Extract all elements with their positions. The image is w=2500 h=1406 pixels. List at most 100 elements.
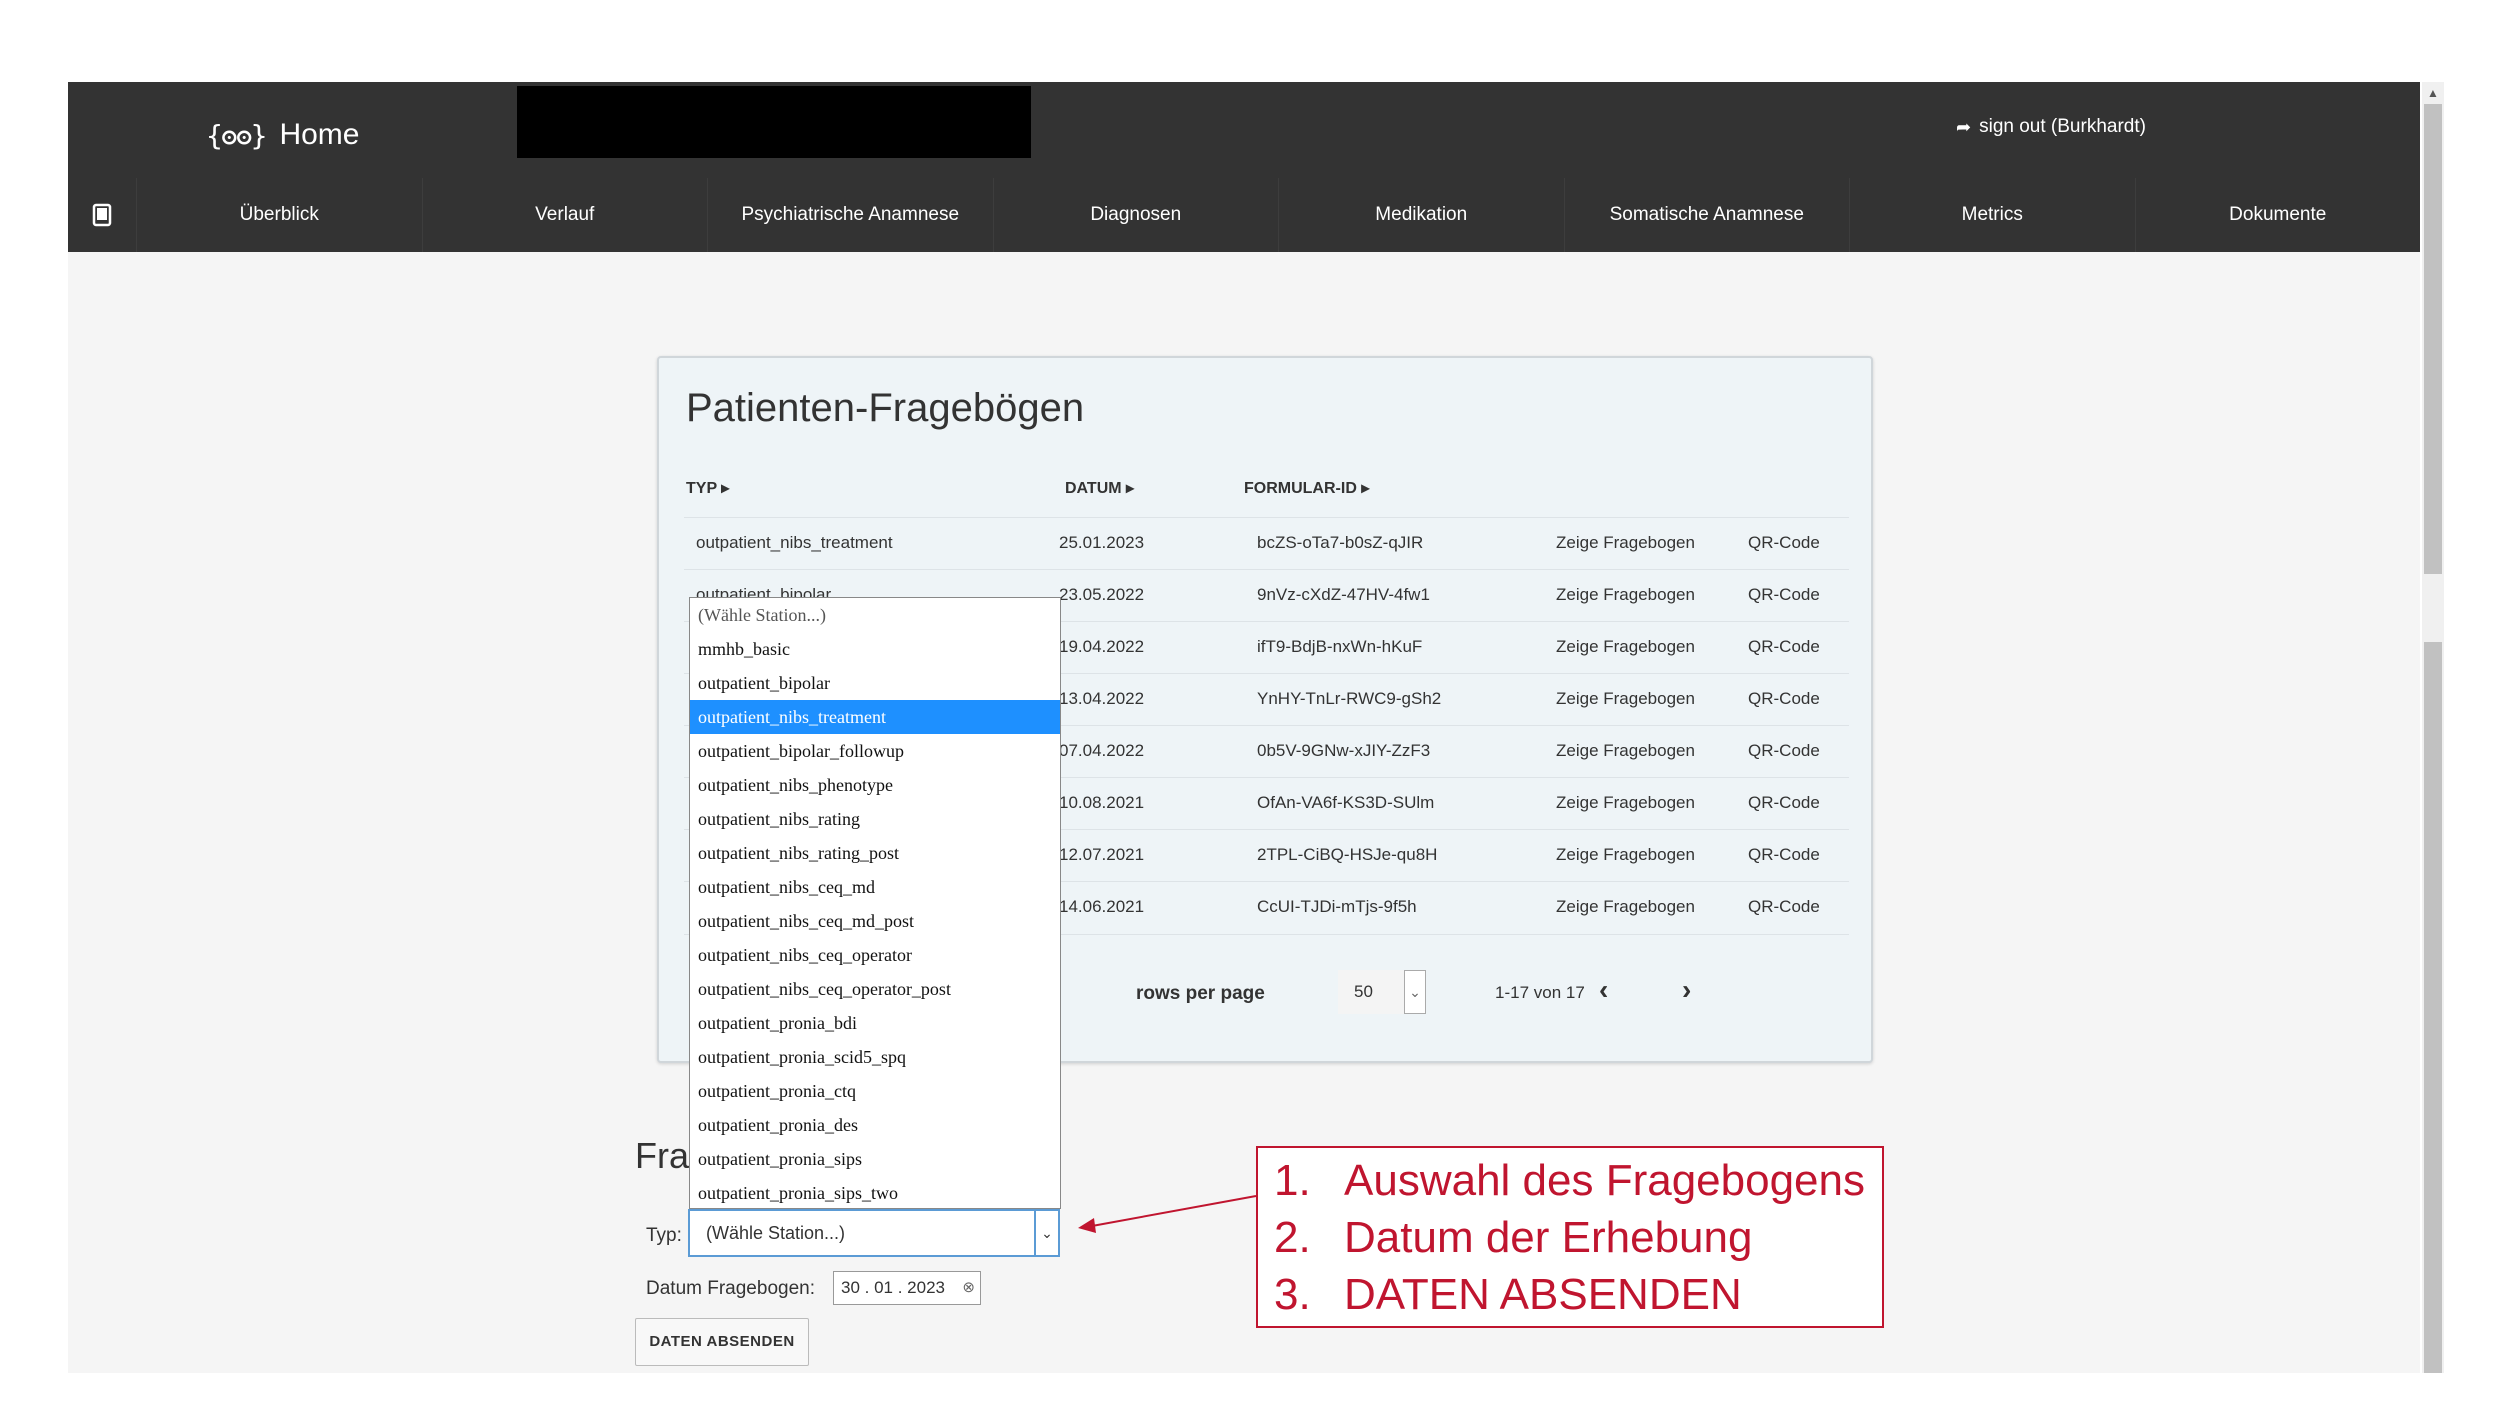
rows-per-page-value: 50 [1354, 982, 1373, 1001]
chevron-down-icon: ⌄ [1404, 970, 1426, 1014]
dropdown-option[interactable]: outpatient_pronia_des [690, 1108, 1060, 1142]
cell-datum: 12.07.2021 [1059, 845, 1145, 864]
nav-tab-psychiatrische-anamnese[interactable]: Psychiatrische Anamnese [707, 178, 993, 252]
card-title: Patienten-Fragebögen [686, 386, 1085, 430]
dropdown-option[interactable]: (Wähle Station...) [690, 598, 1060, 632]
chevron-right-icon[interactable]: › [1682, 974, 1691, 1006]
dropdown-option[interactable]: outpatient_pronia_sips [690, 1142, 1060, 1176]
sign-out-link[interactable]: ➦ sign out (Burkhardt) [1956, 116, 2146, 138]
cell-formular-id: 2TPL-CiBQ-HSJe-qu8H [1257, 845, 1438, 864]
cell-datum: 25.01.2023 [1059, 533, 1145, 552]
cell-formular-id: ifT9-BdjB-nxWn-hKuF [1257, 637, 1423, 656]
date-field[interactable]: 30 . 01 . 2023 ⊗ [833, 1271, 981, 1305]
dropdown-option[interactable]: outpatient_bipolar [690, 666, 1060, 700]
column-header-formular-id[interactable]: FORMULAR-ID ▸ [1244, 478, 1369, 498]
dropdown-option[interactable]: outpatient_pronia_bdi [690, 1006, 1060, 1040]
typ-label: Typ: [646, 1225, 682, 1246]
date-value: 30 . 01 . 2023 [841, 1278, 945, 1297]
app-window: {ʘʘ} Home ➦ sign out (Burkhardt) Überbli… [68, 82, 2420, 1373]
scroll-up-icon[interactable]: ▲ [2422, 82, 2444, 104]
page-range: 1-17 von 17 [1495, 983, 1585, 1002]
cell-typ: outpatient_nibs_treatment [696, 533, 893, 552]
submit-button[interactable]: DATEN ABSENDEN [635, 1318, 809, 1366]
date-label: Datum Fragebogen: [646, 1278, 815, 1299]
dropdown-option[interactable]: outpatient_pronia_ctq [690, 1074, 1060, 1108]
cell-formular-id: OfAn-VA6f-KS3D-SUlm [1257, 793, 1435, 812]
typ-dropdown-list: (Wähle Station...) mmhb_basic outpatient… [689, 597, 1061, 1209]
show-questionnaire-link[interactable]: Zeige Fragebogen [1556, 897, 1695, 917]
chevron-down-icon: ⌄ [1034, 1211, 1058, 1255]
annotation-box: 1. Auswahl des Fragebogens 2. Datum der Er… [1256, 1146, 1884, 1328]
cell-datum: 14.06.2021 [1059, 897, 1145, 916]
annotation-step: 1. Auswahl des Fragebogens [1274, 1156, 1865, 1205]
qr-code-link[interactable]: QR-Code [1748, 689, 1820, 709]
cell-formular-id: bcZS-oTa7-b0sZ-qJIR [1257, 533, 1424, 552]
dropdown-option[interactable]: outpatient_nibs_ceq_md [690, 870, 1060, 904]
cell-formular-id: 0b5V-9GNw-xJIY-ZzF3 [1257, 741, 1431, 760]
cell-formular-id: YnHY-TnLr-RWC9-gSh2 [1257, 689, 1442, 708]
home-label: Home [279, 118, 360, 151]
nav-tab-dokumente[interactable]: Dokumente [2134, 178, 2421, 252]
show-questionnaire-link[interactable]: Zeige Fragebogen [1556, 533, 1695, 553]
typ-select[interactable]: (Wähle Station...) ⌄ [688, 1209, 1060, 1257]
cell-formular-id: CcUI-TJDi-mTjs-9f5h [1257, 897, 1417, 916]
nav-tab-verlauf[interactable]: Verlauf [421, 178, 708, 252]
nav-tab-metrics[interactable]: Metrics [1849, 178, 2135, 252]
rows-per-page-select[interactable]: 50 ⌄ [1338, 970, 1426, 1014]
annotation-step: 2. Datum der Erhebung [1274, 1213, 1753, 1262]
scrollbar-thumb[interactable] [2424, 104, 2442, 574]
nav-tab-somatische-anamnese[interactable]: Somatische Anamnese [1563, 178, 1850, 252]
tablet-icon[interactable] [68, 178, 136, 252]
dropdown-option[interactable]: outpatient_bipolar_followup [690, 734, 1060, 768]
cell-datum: 10.08.2021 [1059, 793, 1145, 812]
show-questionnaire-link[interactable]: Zeige Fragebogen [1556, 845, 1695, 865]
qr-code-link[interactable]: QR-Code [1748, 637, 1820, 657]
dropdown-option[interactable]: outpatient_pronia_scid5_spq [690, 1040, 1060, 1074]
nav-tab-diagnosen[interactable]: Diagnosen [992, 178, 1279, 252]
show-questionnaire-link[interactable]: Zeige Fragebogen [1556, 585, 1695, 605]
show-questionnaire-link[interactable]: Zeige Fragebogen [1556, 793, 1695, 813]
dropdown-option[interactable]: outpatient_nibs_ceq_operator [690, 938, 1060, 972]
form-section-title: Fra [635, 1135, 689, 1176]
cell-formular-id: 9nVz-cXdZ-47HV-4fw1 [1257, 585, 1430, 604]
column-header-datum[interactable]: DATUM ▸ [1065, 478, 1134, 498]
show-questionnaire-link[interactable]: Zeige Fragebogen [1556, 741, 1695, 761]
scrollbar-thumb[interactable] [2424, 642, 2442, 1373]
dropdown-option[interactable]: outpatient_nibs_rating_post [690, 836, 1060, 870]
qr-code-link[interactable]: QR-Code [1748, 533, 1820, 553]
show-questionnaire-link[interactable]: Zeige Fragebogen [1556, 689, 1695, 709]
dropdown-option[interactable]: outpatient_nibs_ceq_operator_post [690, 972, 1060, 1006]
cell-datum: 23.05.2022 [1059, 585, 1145, 604]
cell-datum: 19.04.2022 [1059, 637, 1145, 656]
dropdown-option[interactable]: mmhb_basic [690, 632, 1060, 666]
main-nav: Überblick Verlauf Psychiatrische Anamnes… [68, 178, 2420, 252]
qr-code-link[interactable]: QR-Code [1748, 741, 1820, 761]
scrollbar[interactable]: ▲ [2422, 82, 2444, 1373]
dropdown-option[interactable]: outpatient_nibs_rating [690, 802, 1060, 836]
dropdown-option[interactable]: outpatient_pronia_sips_two [690, 1176, 1060, 1210]
qr-code-link[interactable]: QR-Code [1748, 585, 1820, 605]
sign-out-icon: ➦ [1956, 116, 1972, 137]
logo-icon: {ʘʘ} [206, 118, 267, 152]
dropdown-option[interactable]: outpatient_nibs_phenotype [690, 768, 1060, 802]
rows-per-page-label: rows per page [1136, 983, 1265, 1004]
top-bar: {ʘʘ} Home ➦ sign out (Burkhardt) Überbli… [68, 82, 2420, 252]
cell-datum: 07.04.2022 [1059, 741, 1145, 760]
dropdown-option[interactable]: outpatient_nibs_ceq_md_post [690, 904, 1060, 938]
qr-code-link[interactable]: QR-Code [1748, 897, 1820, 917]
qr-code-link[interactable]: QR-Code [1748, 793, 1820, 813]
nav-tab-ueberblick[interactable]: Überblick [136, 178, 422, 252]
redacted-area [517, 86, 1031, 158]
column-header-typ[interactable]: TYP ▸ [686, 478, 729, 498]
cell-datum: 13.04.2022 [1059, 689, 1145, 708]
nav-tab-medikation[interactable]: Medikation [1278, 178, 1564, 252]
qr-code-link[interactable]: QR-Code [1748, 845, 1820, 865]
table-row: outpatient_nibs_treatment 25.01.2023 bcZ… [684, 517, 1849, 570]
dropdown-option-selected[interactable]: outpatient_nibs_treatment [690, 700, 1060, 734]
show-questionnaire-link[interactable]: Zeige Fragebogen [1556, 637, 1695, 657]
sign-out-label: sign out (Burkhardt) [1979, 116, 2146, 137]
annotation-step: 3. DATEN ABSENDEN [1274, 1270, 1742, 1319]
home-link[interactable]: {ʘʘ} Home [206, 110, 359, 160]
chevron-left-icon[interactable]: ‹ [1599, 974, 1608, 1006]
clear-icon[interactable]: ⊗ [962, 1278, 975, 1296]
